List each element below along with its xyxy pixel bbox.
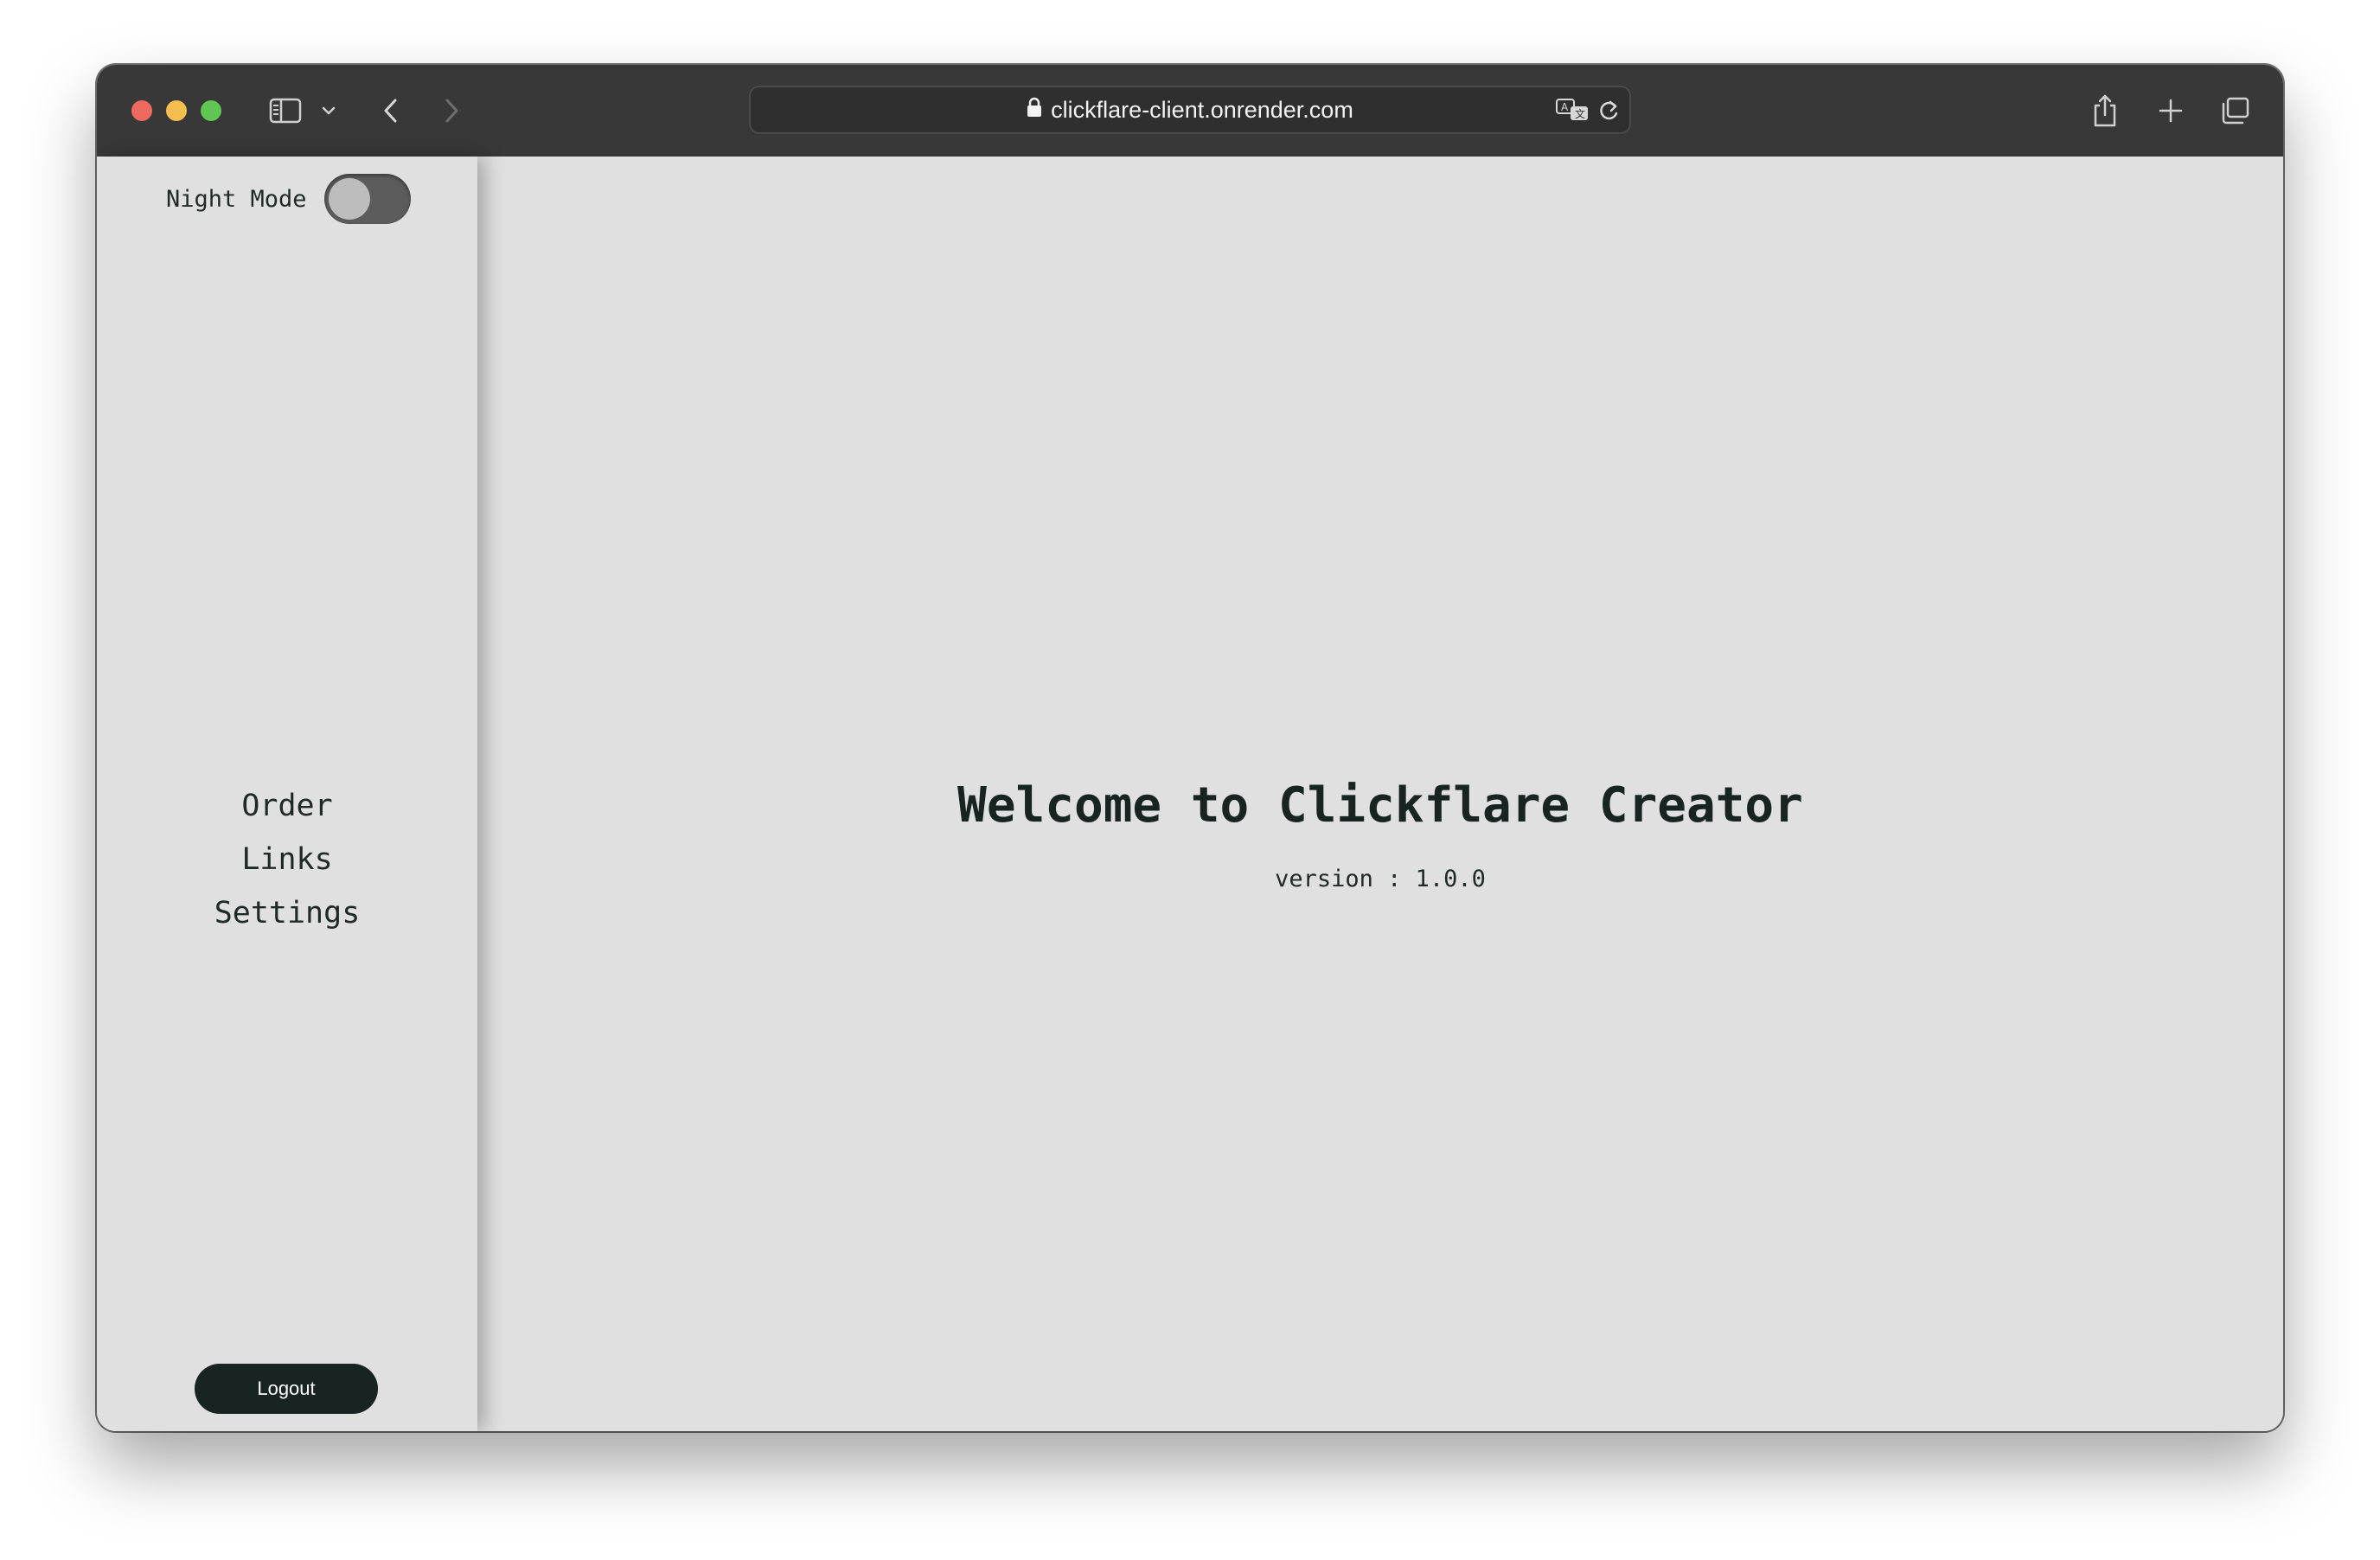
share-icon[interactable] <box>2089 91 2121 131</box>
sidebar-toggle-icon[interactable] <box>266 91 304 131</box>
svg-text:文: 文 <box>1575 107 1585 120</box>
new-tab-icon[interactable] <box>2155 91 2186 131</box>
night-mode-label: Night Mode <box>166 185 307 213</box>
night-mode-row: Night Mode <box>166 174 411 224</box>
close-window-button[interactable] <box>131 100 152 121</box>
lock-icon <box>1027 97 1042 124</box>
sidebar: Night Mode Order Links Settings Logout <box>97 157 477 1431</box>
chevron-down-icon[interactable] <box>317 91 341 131</box>
logout-button[interactable]: Logout <box>195 1364 378 1414</box>
browser-window: clickflare-client.onrender.com A 文 Night… <box>97 65 2283 1431</box>
tab-overview-icon[interactable] <box>2217 91 2252 131</box>
url-text: clickflare-client.onrender.com <box>1051 96 1353 123</box>
forward-arrow-icon[interactable] <box>436 91 467 131</box>
minimize-window-button[interactable] <box>166 100 187 121</box>
main-content: Welcome to Clickflare Creator version : … <box>477 157 2283 1431</box>
toggle-knob <box>328 178 370 220</box>
version-text: version : 1.0.0 <box>1275 866 1486 892</box>
zoom-window-button[interactable] <box>201 100 221 121</box>
page-title: Welcome to Clickflare Creator <box>957 777 1803 834</box>
nav-item-settings[interactable]: Settings <box>97 886 477 940</box>
nav-item-order[interactable]: Order <box>97 779 477 833</box>
browser-toolbar: clickflare-client.onrender.com A 文 <box>97 65 2283 157</box>
night-mode-toggle[interactable] <box>323 174 411 224</box>
reload-icon[interactable] <box>1596 98 1621 128</box>
address-bar[interactable]: clickflare-client.onrender.com A 文 <box>749 86 1631 134</box>
translate-icon[interactable]: A 文 <box>1555 96 1590 128</box>
svg-text:A: A <box>1561 101 1569 113</box>
nav-item-links[interactable]: Links <box>97 833 477 886</box>
back-arrow-icon[interactable] <box>375 91 406 131</box>
sidebar-nav: Order Links Settings <box>97 779 477 940</box>
